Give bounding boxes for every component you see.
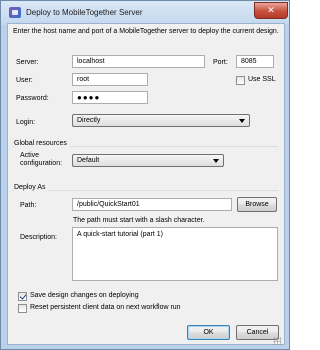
chevron-down-icon (213, 159, 219, 163)
dialog-window: Deploy to MobileTogether Server ✕ Enter … (0, 0, 290, 350)
password-label: Password: (16, 95, 49, 102)
port-input[interactable]: 8085 (236, 55, 274, 68)
deploy-as-divider (12, 190, 278, 191)
title-bar[interactable]: Deploy to MobileTogether Server ✕ (1, 1, 289, 25)
deploy-as-heading: Deploy As (14, 184, 49, 191)
active-config-label-line1: Active (20, 152, 40, 159)
ok-button[interactable]: OK (187, 325, 230, 340)
browse-button[interactable]: Browse (237, 197, 277, 212)
description-label: Description: (20, 234, 57, 241)
dialog-client-area: Enter the host name and port of a Mobile… (7, 23, 285, 345)
use-ssl-checkbox[interactable] (236, 76, 245, 85)
path-input[interactable]: /public/QuickStart01 (72, 198, 232, 211)
password-input[interactable]: ●●●● (72, 91, 148, 104)
window-title: Deploy to MobileTogether Server (26, 8, 143, 17)
reset-data-label: Reset persistent client data on next wor… (30, 304, 181, 311)
close-button[interactable]: ✕ (254, 2, 288, 19)
description-textarea[interactable]: A quick-start tutorial (part 1) (72, 227, 278, 281)
reset-data-checkbox[interactable] (18, 304, 27, 313)
mobiletogether-app-icon (9, 7, 21, 18)
global-resources-heading: Global resources (14, 140, 70, 147)
login-dropdown-value: Directly (77, 117, 101, 124)
server-input[interactable]: localhost (72, 55, 205, 68)
path-label: Path: (20, 202, 37, 209)
use-ssl-label: Use SSL (248, 76, 276, 83)
server-label: Server: (16, 59, 39, 66)
login-label: Login: (16, 119, 36, 126)
resize-grip-icon[interactable] (273, 337, 281, 345)
port-label: Port: (213, 59, 228, 66)
chevron-down-icon (239, 119, 245, 123)
active-config-dropdown-value: Default (77, 157, 100, 164)
save-changes-checkbox[interactable] (18, 292, 27, 301)
save-changes-label: Save design changes on deploying (30, 292, 139, 299)
active-config-label-line2: configuration: (20, 160, 63, 167)
login-dropdown[interactable]: Directly (72, 114, 250, 127)
intro-text: Enter the host name and port of a Mobile… (13, 28, 279, 35)
path-hint: The path must start with a slash charact… (73, 217, 205, 224)
active-config-dropdown[interactable]: Default (72, 154, 224, 167)
user-label: User: (16, 77, 33, 84)
user-input[interactable]: root (72, 73, 148, 86)
